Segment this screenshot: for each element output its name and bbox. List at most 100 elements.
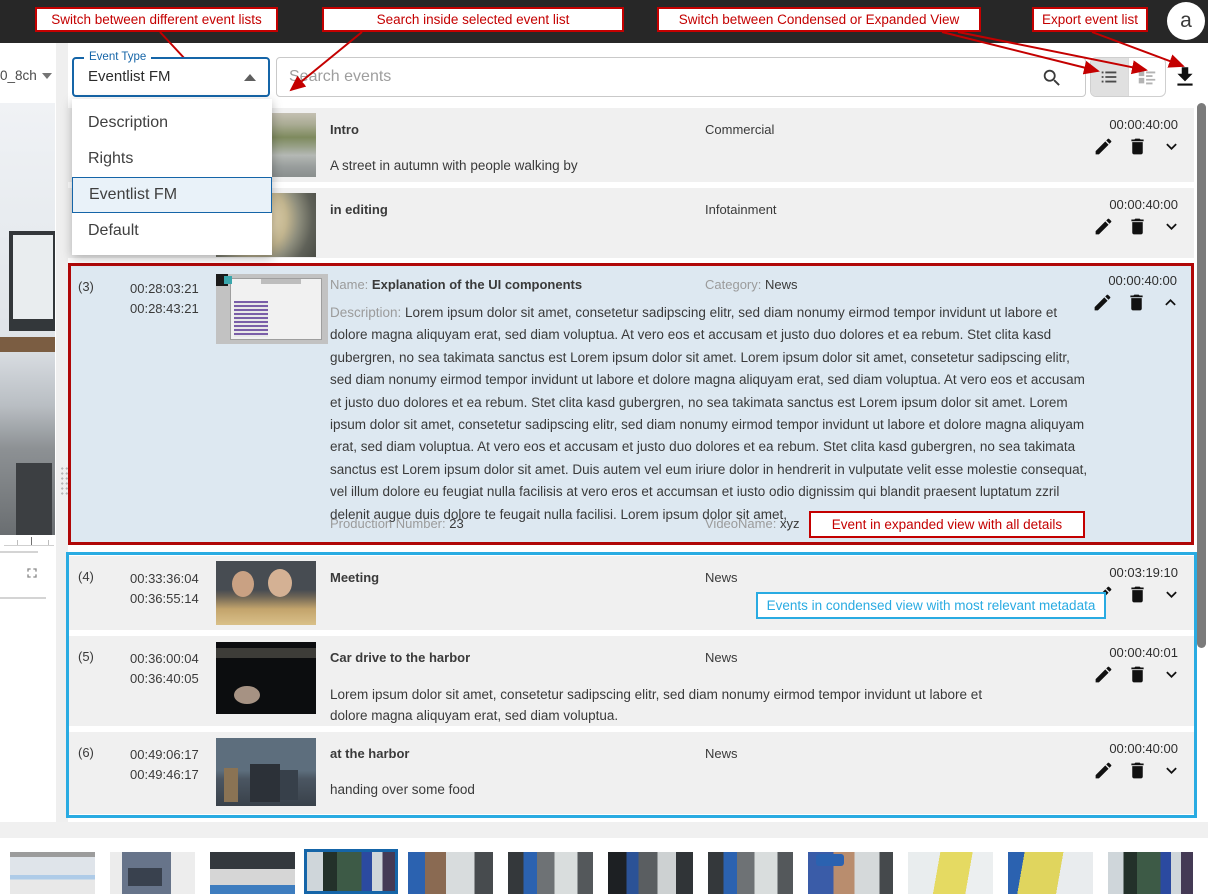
annotation-condensed-view: Events in condensed view with most relev… bbox=[756, 592, 1106, 619]
collapse-icon[interactable] bbox=[1160, 292, 1181, 313]
timecode-in: 00:33:36:04 bbox=[130, 569, 199, 589]
event-title: Meeting bbox=[330, 570, 379, 585]
bottom-band bbox=[0, 822, 1208, 838]
filmstrip-thumb-3[interactable] bbox=[210, 852, 295, 894]
event-description: A street in autumn with people walking b… bbox=[330, 158, 578, 173]
list-scrollbar[interactable] bbox=[1197, 103, 1206, 648]
filmstrip-thumb-12[interactable] bbox=[1108, 852, 1193, 894]
edit-icon[interactable] bbox=[1093, 664, 1114, 685]
filmstrip-thumb-10[interactable] bbox=[908, 852, 993, 894]
edit-icon[interactable] bbox=[1092, 292, 1113, 313]
event-thumbnail-meeting bbox=[216, 561, 316, 625]
timecode-in: 00:49:06:17 bbox=[130, 745, 199, 765]
filmstrip-thumb-11[interactable] bbox=[1008, 852, 1093, 894]
description-label: Description: bbox=[330, 305, 401, 320]
event-category: News bbox=[705, 746, 738, 761]
panel-divider bbox=[56, 43, 68, 822]
annotation-expanded-view: Event in expanded view with all details bbox=[809, 511, 1085, 538]
expanded-view-button[interactable] bbox=[1128, 58, 1165, 96]
filmstrip-thumb-1[interactable] bbox=[10, 852, 95, 894]
chevron-up-icon bbox=[244, 74, 256, 81]
expand-icon[interactable] bbox=[1161, 584, 1182, 605]
edit-icon[interactable] bbox=[1093, 136, 1114, 157]
timecode-out: 00:49:46:17 bbox=[130, 765, 199, 785]
filmstrip-thumb-8[interactable] bbox=[708, 852, 793, 894]
dropdown-option-default[interactable]: Default bbox=[72, 213, 272, 249]
event-description: Lorem ipsum dolor sit amet, consetetur s… bbox=[330, 684, 1010, 726]
channel-selector[interactable]: 0_8ch bbox=[0, 68, 52, 83]
export-download-icon[interactable] bbox=[1172, 63, 1198, 91]
filmstrip-thumb-9[interactable] bbox=[808, 852, 893, 894]
delete-icon[interactable] bbox=[1127, 584, 1148, 605]
annotation-export: Export event list bbox=[1032, 7, 1148, 32]
event-timecodes: 00:33:36:04 00:36:55:14 bbox=[130, 569, 199, 609]
video-frame-laptop bbox=[9, 231, 55, 331]
edit-icon[interactable] bbox=[1093, 216, 1114, 237]
delete-icon[interactable] bbox=[1127, 760, 1148, 781]
annotation-text: Switch between different event lists bbox=[51, 12, 262, 27]
filmstrip-thumb-7[interactable] bbox=[608, 852, 693, 894]
video-preview[interactable] bbox=[0, 103, 55, 535]
event-category: Commercial bbox=[705, 122, 774, 137]
video-name-value: xyz bbox=[780, 516, 800, 531]
delete-icon[interactable] bbox=[1127, 136, 1148, 157]
divider-line bbox=[0, 551, 38, 553]
dropdown-option-description[interactable]: Description bbox=[72, 105, 272, 141]
divider-line bbox=[0, 597, 46, 599]
event-description-block: Description: Lorem ipsum dolor sit amet,… bbox=[330, 302, 1095, 526]
annotation-text: Search inside selected event list bbox=[377, 12, 570, 27]
event-title: at the harbor bbox=[330, 746, 409, 761]
delete-icon[interactable] bbox=[1127, 664, 1148, 685]
view-toggle-group bbox=[1090, 57, 1166, 97]
event-type-value: Eventlist FM bbox=[88, 68, 171, 85]
expand-icon[interactable] bbox=[1161, 216, 1182, 237]
annotation-text: Event in expanded view with all details bbox=[832, 517, 1062, 532]
event-row-4[interactable]: (4) 00:33:36:04 00:36:55:14 Meeting News… bbox=[68, 556, 1194, 630]
video-frame-box bbox=[16, 463, 52, 535]
event-category: News bbox=[705, 650, 738, 665]
dropdown-option-rights[interactable]: Rights bbox=[72, 141, 272, 177]
filmstrip-thumb-6[interactable] bbox=[508, 852, 593, 894]
event-description: handing over some food bbox=[330, 782, 475, 797]
fullscreen-icon[interactable] bbox=[24, 565, 40, 581]
event-timecodes: 00:49:06:17 00:49:46:17 bbox=[130, 745, 199, 785]
event-description: Lorem ipsum dolor sit amet, consetetur s… bbox=[330, 305, 1087, 522]
channel-label: 0_8ch bbox=[0, 68, 37, 83]
dropdown-option-eventlist-fm[interactable]: Eventlist FM bbox=[72, 177, 272, 213]
condensed-view-button[interactable] bbox=[1091, 58, 1128, 96]
event-type-dropdown: Description Rights Eventlist FM Default bbox=[72, 99, 272, 255]
event-timecodes: 00:36:00:04 00:36:40:05 bbox=[130, 649, 199, 689]
list-view-icon bbox=[1098, 66, 1120, 88]
delete-icon[interactable] bbox=[1126, 292, 1147, 313]
event-category: Infotainment bbox=[705, 202, 777, 217]
event-row-5[interactable]: (5) 00:36:00:04 00:36:40:05 Car drive to… bbox=[68, 636, 1194, 726]
event-title: in editing bbox=[330, 202, 388, 217]
name-label: Name: bbox=[330, 277, 368, 292]
filmstrip-thumb-2[interactable] bbox=[110, 852, 195, 894]
filmstrip-thumb-4-selected[interactable] bbox=[304, 849, 398, 894]
search-field bbox=[276, 57, 1086, 97]
search-icon[interactable] bbox=[1041, 67, 1063, 89]
annotation-switch-view: Switch between Condensed or Expanded Vie… bbox=[657, 7, 981, 32]
production-number-value: 23 bbox=[449, 516, 463, 531]
expand-icon[interactable] bbox=[1161, 136, 1182, 157]
expand-icon[interactable] bbox=[1161, 664, 1182, 685]
search-input[interactable] bbox=[289, 58, 1029, 96]
user-avatar[interactable]: a bbox=[1167, 2, 1205, 40]
timecode-in: 00:28:03:21 bbox=[130, 279, 199, 299]
timecode-out: 00:36:55:14 bbox=[130, 589, 199, 609]
event-title: Car drive to the harbor bbox=[330, 650, 470, 665]
edit-icon[interactable] bbox=[1093, 760, 1114, 781]
event-type-select[interactable]: Event Type Eventlist FM bbox=[72, 57, 270, 97]
avatar-letter: a bbox=[1180, 9, 1192, 33]
production-number-label: Production Number: bbox=[330, 516, 446, 531]
timecode-out: 00:28:43:21 bbox=[130, 299, 199, 319]
event-row-6[interactable]: (6) 00:49:06:17 00:49:46:17 at the harbo… bbox=[68, 732, 1194, 814]
filmstrip-thumb-5[interactable] bbox=[408, 852, 493, 894]
event-row-3-expanded[interactable]: (3) 00:28:03:21 00:28:43:21 Name: Explan… bbox=[68, 263, 1194, 545]
app-root: Switch between different event lists Sea… bbox=[0, 0, 1208, 894]
event-timecodes: 00:28:03:21 00:28:43:21 bbox=[130, 279, 199, 319]
expand-icon[interactable] bbox=[1161, 760, 1182, 781]
delete-icon[interactable] bbox=[1127, 216, 1148, 237]
annotation-text: Switch between Condensed or Expanded Vie… bbox=[679, 12, 959, 27]
